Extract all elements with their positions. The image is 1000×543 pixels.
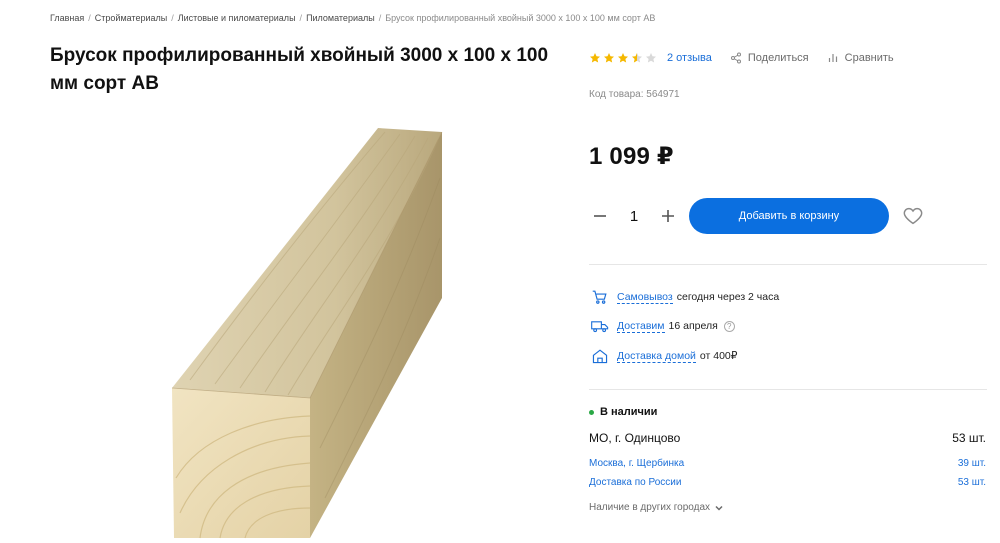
product-sku: Код товара: 564971 [589,89,680,100]
quantity-stepper: 1 [589,200,679,232]
breadcrumb-current: Брусок профилированный хвойный 3000 х 10… [385,13,656,23]
stock-row[interactable]: Москва, г. Щербинка 39 шт. [589,458,986,470]
share-button[interactable]: Поделиться [730,52,809,64]
divider [589,264,987,265]
breadcrumb-item-building-materials[interactable]: Стройматериалы [95,13,167,23]
delivery-pickup: Самовывоз сегодня через 2 часа [591,289,779,305]
stock-status: В наличии [589,406,657,418]
stock-location[interactable]: Доставка по России [589,477,681,489]
breadcrumb-separator: / [171,13,174,23]
other-cities-toggle[interactable]: Наличие в других городах [589,502,724,513]
stock-quantity: 53 шт. [952,431,986,445]
truck-icon [591,321,609,333]
star-full-icon [590,53,600,63]
help-icon[interactable]: ? [723,320,735,332]
star-empty-icon [646,53,656,63]
star-half-icon [632,53,642,63]
breadcrumb-separator: / [378,13,382,23]
chevron-down-icon [715,505,723,511]
stock-quantity: 39 шт. [957,458,986,469]
star-full-icon [604,53,614,63]
delivery-home: Доставка домой от 400₽ [591,348,737,364]
star-full-icon [618,53,628,63]
courier-date: 16 апреля [668,320,718,332]
minus-icon [594,215,606,217]
stock-status-label: В наличии [600,406,658,418]
divider [589,389,987,390]
pickup-time: сегодня через 2 часа [676,291,780,303]
rating-stars [589,52,657,64]
heart-icon[interactable] [902,205,924,227]
breadcrumb: Главная / Стройматериалы / Листовые и пилома… [50,13,655,23]
quantity-value[interactable]: 1 [611,208,657,225]
breadcrumb-item-lumber[interactable]: Пиломатериалы [306,13,375,23]
compare-button[interactable]: Сравнить [827,52,894,64]
stock-location[interactable]: Москва, г. Щербинка [589,458,684,470]
share-icon [730,52,741,64]
product-title: Брусок профилированный хвойный 3000 х 10… [50,45,549,94]
product-image [171,128,443,539]
breadcrumb-item-home[interactable]: Главная [50,13,84,23]
plus-icon [662,210,674,222]
rating-row: 2 отзыва Поделиться Сравнить [589,50,894,66]
other-cities-label: Наличие в других городах [589,502,711,513]
home-delivery-price: от 400₽ [699,350,738,362]
delivery-courier: Доставим 16 апреля ? [591,318,735,334]
house-icon [592,349,608,364]
increase-quantity-button[interactable] [657,205,679,227]
stock-location: МО, г. Одинцово [589,431,681,445]
in-stock-dot-icon [589,409,594,415]
stock-quantity: 53 шт. [957,477,986,488]
compare-icon [828,54,837,62]
reviews-link[interactable]: 2 отзыва [667,52,712,64]
breadcrumb-separator: / [88,13,91,23]
pickup-cart-icon [592,290,607,304]
pickup-link[interactable]: Самовывоз [617,291,673,304]
stock-row[interactable]: Доставка по России 53 шт. [589,477,986,489]
courier-link[interactable]: Доставим [617,320,665,333]
add-to-cart-button[interactable]: Добавить в корзину [689,198,889,234]
compare-label: Сравнить [844,52,894,64]
breadcrumb-separator: / [299,13,303,23]
stock-row-main: МО, г. Одинцово 53 шт. [589,431,986,445]
share-label: Поделиться [747,52,809,64]
home-delivery-link[interactable]: Доставка домой [617,350,696,363]
breadcrumb-item-sheet-lumber[interactable]: Листовые и пиломатериалы [178,13,296,23]
product-price: 1 099 ₽ [589,143,674,170]
decrease-quantity-button[interactable] [589,205,611,227]
